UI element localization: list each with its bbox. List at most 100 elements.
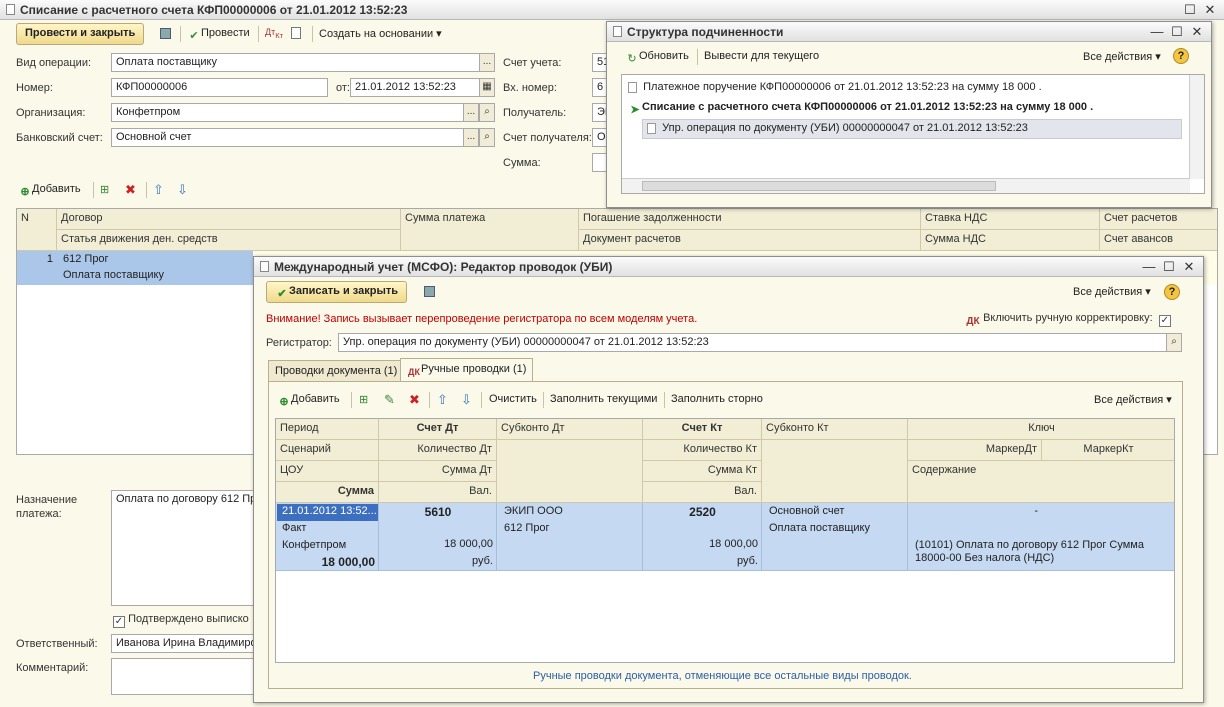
col-sum[interactable]: Сумма: [276, 482, 379, 503]
ellipsis-button[interactable]: ...: [479, 53, 495, 72]
search-icon[interactable]: ⌕: [479, 103, 495, 122]
col-key[interactable]: Ключ: [908, 419, 1174, 440]
col-cou[interactable]: ЦОУ: [276, 461, 379, 482]
col-settlement-doc[interactable]: Документ расчетов: [579, 230, 921, 251]
help-icon[interactable]: ?: [1164, 284, 1180, 300]
maximize-icon[interactable]: ☐: [1182, 2, 1198, 18]
save-icon[interactable]: [424, 285, 435, 297]
dt-kt-icon[interactable]: ДтКт: [265, 27, 283, 40]
delete-row-icon[interactable]: ✖: [125, 182, 136, 198]
vertical-scrollbar[interactable]: [1189, 75, 1204, 179]
col-settlement-account[interactable]: Счет расчетов: [1100, 209, 1217, 230]
add-entry-button[interactable]: ⊕ Добавить: [277, 393, 339, 409]
minimize-icon[interactable]: —: [1141, 259, 1157, 274]
help-icon[interactable]: ?: [1173, 48, 1189, 64]
comment-field[interactable]: [111, 658, 271, 695]
close-icon[interactable]: ✕: [1189, 24, 1205, 40]
col-cash-flow-item[interactable]: Статья движения ден. средств: [57, 230, 401, 251]
copy-row-icon[interactable]: ⊞: [100, 183, 109, 196]
maximize-icon[interactable]: ☐: [1169, 24, 1185, 40]
col-currency-kt[interactable]: Вал.: [643, 482, 762, 503]
row-currency-kt: руб.: [737, 555, 758, 567]
col-marker-kt[interactable]: МаркерКт: [1042, 440, 1174, 461]
all-actions-menu[interactable]: Все действия ▾: [1073, 285, 1151, 298]
col-vat-rate[interactable]: Ставка НДС: [921, 209, 1100, 230]
post-and-close-button[interactable]: Провести и закрыть: [16, 23, 145, 45]
calendar-icon[interactable]: ▦: [479, 78, 495, 97]
tree-item[interactable]: Платежное поручение КФП00000006 от 21.01…: [628, 81, 1042, 93]
move-up-icon[interactable]: ⇧: [437, 392, 448, 408]
col-subconto-dt[interactable]: Субконто Дт: [497, 419, 643, 440]
col-payment-sum[interactable]: Сумма платежа: [401, 209, 579, 251]
copy-entry-icon[interactable]: ⊞: [359, 393, 368, 406]
save-icon[interactable]: [160, 27, 171, 39]
structure-tree[interactable]: Платежное поручение КФП00000006 от 21.01…: [621, 74, 1205, 194]
organization-field[interactable]: Конфетпром: [111, 103, 464, 122]
registrar-field[interactable]: Упр. операция по документу (УБИ) 0000000…: [338, 333, 1169, 352]
show-current-button[interactable]: Вывести для текущего: [704, 50, 819, 62]
col-scenario[interactable]: Сценарий: [276, 440, 379, 461]
row-content: (10101) Оплата по договору 612 Прог Сумм…: [915, 539, 1144, 564]
purpose-textarea[interactable]: Оплата по договору 612 Пр: [111, 490, 271, 606]
col-advance-account[interactable]: Счет авансов: [1100, 230, 1217, 251]
add-row-button[interactable]: ⊕ Добавить: [18, 183, 81, 199]
create-based-on-menu[interactable]: Создать на основании ▾: [319, 27, 442, 40]
responsible-field[interactable]: Иванова Ирина Владимиро: [111, 634, 271, 653]
post-icon: ✔: [189, 30, 199, 42]
search-icon[interactable]: ⌕: [1166, 333, 1182, 352]
col-quantity-kt[interactable]: Количество Кт: [643, 440, 762, 461]
save-and-close-button[interactable]: ✔ Записать и закрыть: [266, 281, 408, 303]
scrollbar-thumb[interactable]: [642, 181, 996, 191]
col-contract[interactable]: Договор: [57, 209, 401, 230]
col-vat-sum[interactable]: Сумма НДС: [921, 230, 1100, 251]
col-debt-repayment[interactable]: Погашение задолженности: [579, 209, 921, 230]
col-sum-dt[interactable]: Сумма Дт: [379, 461, 497, 482]
clear-button[interactable]: Очистить: [489, 393, 537, 405]
tab-manual-entries[interactable]: ДКРучные проводки (1): [400, 358, 534, 382]
col-sum-kt[interactable]: Сумма Кт: [643, 461, 762, 482]
edit-entry-icon[interactable]: ✎: [384, 392, 395, 408]
col-n[interactable]: N: [17, 209, 57, 251]
tree-item-selected[interactable]: Упр. операция по документу (УБИ) 0000000…: [642, 119, 1182, 139]
tree-item-current[interactable]: ➤ Списание с расчетного счета КФП00000006…: [628, 101, 1093, 117]
date-field[interactable]: 21.01.2012 13:52:23: [350, 78, 480, 97]
manual-correction-toggle[interactable]: ДК Включить ручную корректировку: ✓: [966, 312, 1171, 329]
col-marker-dt[interactable]: МаркерДт: [908, 440, 1042, 461]
report-icon[interactable]: [291, 27, 301, 39]
operation-field[interactable]: Оплата поставщику: [111, 53, 480, 72]
close-icon[interactable]: ✕: [1181, 259, 1197, 275]
col-content[interactable]: Содержание: [908, 461, 1174, 503]
refresh-button[interactable]: ↻ Обновить: [625, 50, 688, 66]
ellipsis-button[interactable]: ...: [463, 103, 479, 122]
row-sum: 18 000,00: [321, 555, 375, 569]
close-icon[interactable]: ✕: [1202, 2, 1218, 18]
tab-document-entries[interactable]: Проводки документа (1): [268, 360, 405, 382]
minimize-icon[interactable]: —: [1149, 24, 1165, 39]
bank-account-field[interactable]: Основной счет: [111, 128, 464, 147]
entries-table[interactable]: Период Сценарий ЦОУ Сумма Счет Дт Количе…: [275, 418, 1175, 663]
col-account-dt[interactable]: Счет Дт: [379, 419, 497, 440]
move-down-icon[interactable]: ⇩: [177, 182, 188, 198]
fill-storno-button[interactable]: Заполнить сторно: [671, 393, 763, 405]
add-row-label: Добавить: [32, 183, 81, 195]
fill-current-button[interactable]: Заполнить текущими: [550, 393, 657, 405]
post-button[interactable]: ✔ Провести: [187, 27, 249, 43]
col-currency-dt[interactable]: Вал.: [379, 482, 497, 503]
refresh-icon: ↻: [627, 53, 637, 65]
col-period[interactable]: Период: [276, 419, 379, 440]
move-down-icon[interactable]: ⇩: [461, 392, 472, 408]
search-icon[interactable]: ⌕: [479, 128, 495, 147]
col-account-kt[interactable]: Счет Кт: [643, 419, 762, 440]
col-quantity-dt[interactable]: Количество Дт: [379, 440, 497, 461]
ellipsis-button[interactable]: ...: [463, 128, 479, 147]
horizontal-scrollbar[interactable]: [622, 178, 1190, 193]
number-field[interactable]: КФП00000006: [111, 78, 328, 97]
col-subconto-kt[interactable]: Субконто Кт: [762, 419, 908, 440]
table-row[interactable]: 21.01.2012 13:52... Факт Конфетпром 18 0…: [276, 503, 1174, 571]
move-up-icon[interactable]: ⇧: [153, 182, 164, 198]
all-actions-menu[interactable]: Все действия ▾: [1094, 393, 1172, 406]
all-actions-menu[interactable]: Все действия ▾: [1083, 50, 1161, 63]
maximize-icon[interactable]: ☐: [1161, 259, 1177, 275]
confirmed-checkbox[interactable]: ✓ Подтверждено выписко: [113, 613, 249, 628]
delete-entry-icon[interactable]: ✖: [409, 392, 420, 408]
